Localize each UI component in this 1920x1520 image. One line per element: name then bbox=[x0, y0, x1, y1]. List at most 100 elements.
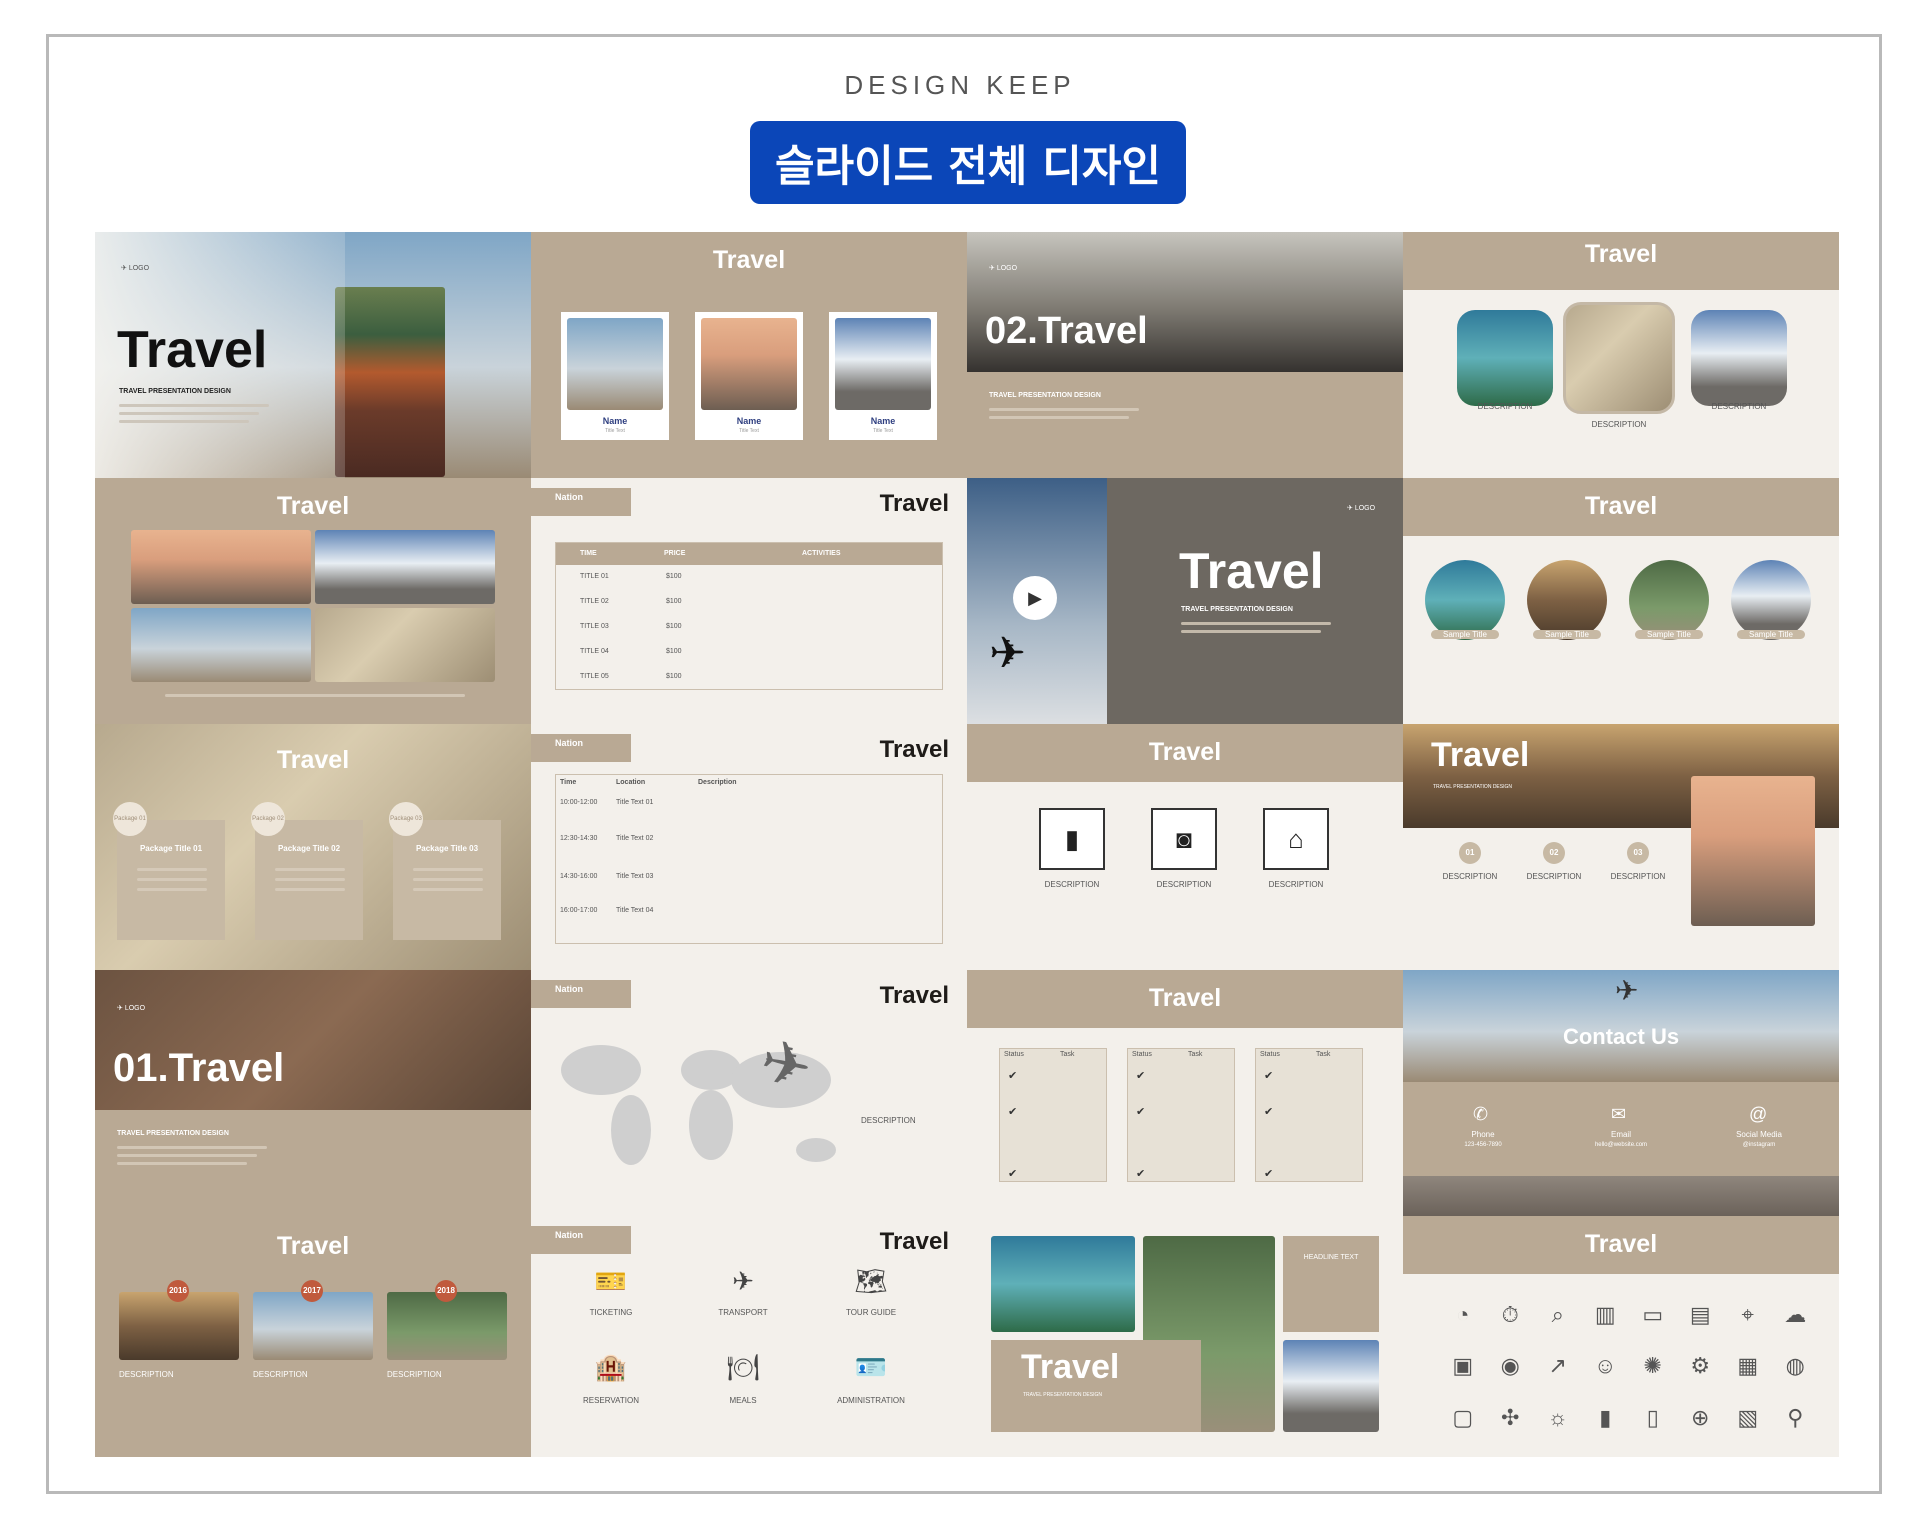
traveler-photo bbox=[1691, 776, 1815, 926]
slide-collage[interactable]: HEADLINE TEXT Travel TRAVEL PRESENTATION… bbox=[967, 1216, 1403, 1457]
section-subtitle: TRAVEL PRESENTATION DESIGN bbox=[117, 1130, 229, 1137]
contact-value[interactable]: 123-456-7890 bbox=[1443, 1142, 1523, 1148]
slide-grid: ✈ LOGO Travel TRAVEL PRESENTATION DESIGN… bbox=[95, 232, 1839, 1457]
polaroid-card: Name Title Text bbox=[695, 312, 803, 440]
stopwatch-icon: ⏱ bbox=[1501, 1302, 1519, 1327]
package-card: Package 01 Package Title 01 bbox=[113, 802, 225, 940]
slide-video[interactable]: ▶ ✈ ✈ LOGO Travel TRAVEL PRESENTATION DE… bbox=[967, 478, 1403, 724]
map-icon: 🗺 bbox=[854, 1266, 888, 1296]
slide-price-table[interactable]: Nation Travel TIME PRICE ACTIVITIES TITL… bbox=[531, 478, 967, 724]
table-header: Description bbox=[698, 779, 737, 786]
airplane-icon: ✈ bbox=[989, 629, 1026, 678]
map-description: DESCRIPTION bbox=[861, 1116, 916, 1125]
globe-icon: ◍ bbox=[1785, 1353, 1805, 1379]
table-cell: TITLE 04 bbox=[580, 648, 609, 655]
slide-section-02[interactable]: ✈ LOGO 02.Travel TRAVEL PRESENTATION DES… bbox=[967, 232, 1403, 478]
table-header: PRICE bbox=[664, 550, 686, 557]
check-icon[interactable]: ✔ bbox=[1136, 1167, 1145, 1180]
timeline-description: DESCRIPTION bbox=[387, 1370, 442, 1379]
suitcase-stack-image bbox=[335, 287, 445, 477]
check-icon[interactable]: ✔ bbox=[1136, 1069, 1145, 1082]
feature-description: DESCRIPTION bbox=[1268, 880, 1324, 889]
check-icon[interactable]: ✔ bbox=[1264, 1069, 1273, 1082]
step-description: DESCRIPTION bbox=[1610, 872, 1666, 881]
chart-icon: ◔ bbox=[1456, 1302, 1470, 1327]
slide-features[interactable]: Travel ▮ ◙ ⌂ DESCRIPTION DESCRIPTION DES… bbox=[967, 724, 1403, 970]
location-icon: ⌖ bbox=[1741, 1302, 1754, 1327]
collage-title: Travel bbox=[1021, 1348, 1120, 1386]
lake-photo bbox=[991, 1236, 1135, 1332]
check-icon[interactable]: ✔ bbox=[1136, 1105, 1145, 1118]
slide-icon-set[interactable]: Travel ◔ ⏱ ⌕ ▥ ▭ ▤ ⌖ ☁ ▣ ◉ ↗ ☺ ✺ ⚙ ▦ ◍ ▢… bbox=[1403, 1216, 1839, 1457]
sample-title: Sample Title bbox=[1737, 630, 1805, 639]
wallet-icon: ▭ bbox=[1642, 1302, 1664, 1327]
polaroid-card: Name Title Text bbox=[561, 312, 669, 440]
slide-timeline[interactable]: Travel 2016 2017 2018 DESCRIPTION DESCRI… bbox=[95, 1216, 531, 1457]
check-icon[interactable]: ✔ bbox=[1264, 1105, 1273, 1118]
slide-schedule[interactable]: Nation Travel Time Location Description … bbox=[531, 724, 967, 970]
logo: ✈ LOGO bbox=[117, 1005, 146, 1012]
slide-contact[interactable]: ✈ Contact Us ✆ ✉ @ Phone Email Social Me… bbox=[1403, 970, 1839, 1216]
book-icon: ▮ bbox=[1039, 808, 1105, 870]
slide-rounded-photos[interactable]: Travel DESCRIPTION DESCRIPTION DESCRIPTI… bbox=[1403, 232, 1839, 478]
slide-circles[interactable]: Travel Sample Title Sample Title Sample … bbox=[1403, 478, 1839, 724]
circle-photo bbox=[1629, 560, 1709, 640]
video-subtitle: TRAVEL PRESENTATION DESIGN bbox=[1181, 606, 1293, 613]
world-icon: ⊕ bbox=[1691, 1404, 1710, 1430]
coin-icon: ◉ bbox=[1500, 1353, 1520, 1379]
step-description: DESCRIPTION bbox=[1526, 872, 1582, 881]
bar-chart-icon: ▥ bbox=[1594, 1302, 1616, 1327]
year-badge: 2018 bbox=[435, 1280, 457, 1302]
board-icon: ▢ bbox=[1452, 1404, 1474, 1430]
presentation-icon: ▦ bbox=[1737, 1353, 1759, 1379]
phone-icon[interactable]: ✆ bbox=[1473, 1104, 1488, 1125]
table-header: Status bbox=[1004, 1051, 1024, 1058]
polaroid-card: Name Title Text bbox=[829, 312, 937, 440]
service-label: TICKETING bbox=[589, 1308, 633, 1317]
island-photo bbox=[1457, 310, 1553, 406]
table-header: TIME bbox=[580, 550, 597, 557]
table-cell: Title Text 04 bbox=[616, 907, 654, 914]
slide-polaroids[interactable]: Travel Name Title Text Name Title Text N… bbox=[531, 232, 967, 478]
slide-photo-grid[interactable]: Travel bbox=[95, 478, 531, 724]
service-label: MEALS bbox=[729, 1396, 757, 1405]
photo-description: DESCRIPTION bbox=[1591, 420, 1647, 429]
photo-description: DESCRIPTION bbox=[1711, 402, 1767, 411]
contact-value[interactable]: @instagram bbox=[1719, 1142, 1799, 1148]
growth-icon: ↗ bbox=[1548, 1353, 1567, 1379]
nation-tag: Nation bbox=[531, 488, 631, 516]
slide-title: Travel bbox=[1148, 984, 1222, 1012]
map-photo bbox=[315, 608, 495, 682]
contact-label: Email bbox=[1610, 1130, 1631, 1139]
slide-world-map[interactable]: Nation Travel ✈ DESCRIPTION bbox=[531, 970, 967, 1216]
brand-name: DESIGN KEEP bbox=[844, 70, 1076, 100]
check-icon[interactable]: ✔ bbox=[1008, 1069, 1017, 1082]
table-cell: Title Text 01 bbox=[616, 799, 654, 806]
check-icon[interactable]: ✔ bbox=[1008, 1105, 1017, 1118]
slide-section-01[interactable]: ✈ LOGO 01.Travel TRAVEL PRESENTATION DES… bbox=[95, 970, 531, 1216]
mail-icon[interactable]: ✉ bbox=[1611, 1104, 1626, 1125]
table-header: Time bbox=[560, 779, 577, 786]
contact-value[interactable]: hello@website.com bbox=[1581, 1142, 1661, 1148]
contact-title: Contact Us bbox=[1562, 1024, 1680, 1049]
slide-title: Travel bbox=[276, 1232, 350, 1260]
table-header: Location bbox=[616, 779, 646, 786]
slide-packages[interactable]: Travel Package 01 Package Title 01 Packa… bbox=[95, 724, 531, 970]
table-cell: $100 bbox=[666, 648, 682, 655]
plane-icon: ✈ bbox=[732, 1266, 754, 1296]
number-badge: 02 bbox=[1543, 842, 1565, 864]
table-cell: TITLE 01 bbox=[580, 573, 609, 580]
check-icon[interactable]: ✔ bbox=[1008, 1167, 1017, 1180]
collage-subtitle: TRAVEL PRESENTATION DESIGN bbox=[1023, 1392, 1102, 1398]
hotel-icon: 🏨 bbox=[594, 1352, 628, 1382]
at-icon[interactable]: @ bbox=[1749, 1104, 1767, 1125]
slide-road[interactable]: Travel TRAVEL PRESENTATION DESIGN 01 02 … bbox=[1403, 724, 1839, 970]
play-button[interactable]: ▶ bbox=[1013, 576, 1057, 620]
slide-cover[interactable]: ✈ LOGO Travel TRAVEL PRESENTATION DESIGN bbox=[95, 232, 531, 478]
check-icon[interactable]: ✔ bbox=[1264, 1167, 1273, 1180]
slide-title: Travel bbox=[712, 246, 786, 274]
hiker-photo bbox=[131, 530, 311, 604]
slide-checklist[interactable]: Travel Status Task ✔ ✔ ✔ Status Task ✔ ✔… bbox=[967, 970, 1403, 1216]
slide-services[interactable]: Nation Travel 🎫 ✈ 🗺 TICKETING TRANSPORT … bbox=[531, 1216, 967, 1457]
table-cell: TITLE 02 bbox=[580, 598, 609, 605]
